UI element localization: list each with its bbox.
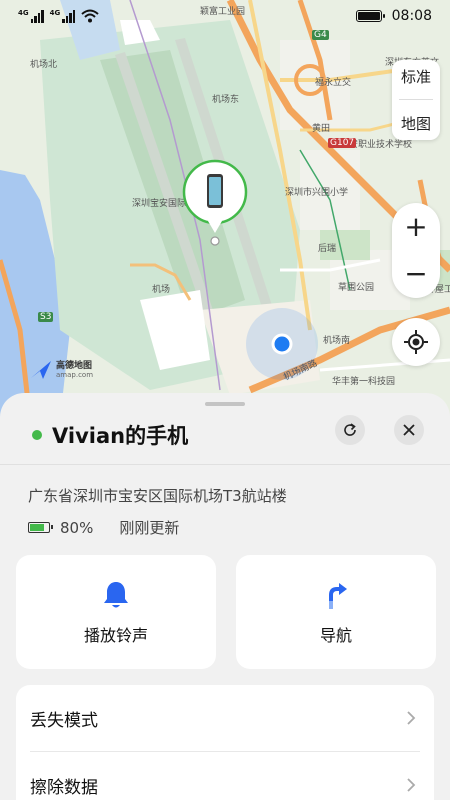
device-name: Vivian的手机: [52, 424, 189, 448]
bell-icon: [101, 578, 131, 612]
update-status: 刚刚更新: [119, 519, 180, 537]
device-battery-fill: [30, 524, 45, 531]
amap-url: amap.com: [56, 371, 94, 379]
device-bottom-sheet: Vivian的手机 广东省深圳市宝安区国际机场T3航站楼 80% 刚刚更新 播放…: [0, 393, 450, 800]
user-location-icon: [246, 308, 318, 380]
lost-mode-label: 丢失模式: [30, 710, 98, 731]
online-status-dot: [32, 430, 42, 440]
navigate-label: 导航: [319, 626, 352, 645]
amap-arrow-icon: [31, 361, 51, 379]
map-label: 深圳市兴围小学: [285, 188, 349, 198]
play-sound-label: 播放铃声: [83, 626, 148, 645]
header-divider: [0, 464, 450, 465]
map-label: 华丰第一科技园: [332, 377, 396, 387]
battery-row: 80% 刚刚更新: [28, 517, 179, 538]
map-label: 黄田: [312, 124, 331, 134]
signal-group-2: 4G: [49, 8, 76, 23]
map-label: 机场北: [30, 60, 58, 70]
map-label: 机场: [152, 285, 171, 295]
zoom-out-button[interactable]: −: [404, 260, 427, 288]
refresh-button[interactable]: [335, 415, 365, 445]
map-type-map[interactable]: 地图: [401, 113, 431, 134]
amap-name: 高德地图: [56, 361, 93, 371]
navigation-arrow-icon: [321, 578, 351, 612]
network-type-label: 4G: [18, 8, 29, 17]
options-list: 丢失模式 擦除数据: [16, 685, 434, 800]
map-label: 福永立交: [315, 78, 352, 88]
map-type-standard[interactable]: 标准: [401, 66, 431, 87]
status-right: 08:08: [355, 8, 432, 24]
signal-icon: [62, 9, 76, 23]
zoom-in-button[interactable]: +: [404, 212, 427, 241]
map-view[interactable]: 机场北 颖富工业园 机场东 福永立交 黄田 宝安职业技术学校 深圳宝安国际机场 …: [0, 0, 450, 420]
battery-percent: 80%: [60, 518, 94, 537]
map-label: 机场南: [323, 336, 351, 346]
erase-data-item[interactable]: 擦除数据: [16, 752, 434, 800]
close-button[interactable]: [394, 415, 424, 445]
device-battery-icon: [28, 522, 53, 533]
map-label: 草围公园: [338, 283, 375, 293]
map-label: 机场东: [212, 95, 240, 105]
locate-button[interactable]: [392, 318, 440, 366]
network-type-label: 4G: [49, 8, 61, 17]
amap-logo: 高德地图 amap.com: [30, 360, 93, 380]
crosshair-icon: [404, 330, 428, 354]
device-address: 广东省深圳市宝安区国际机场T3航站楼: [28, 487, 287, 505]
battery-fill: [357, 12, 380, 20]
refresh-icon: [344, 423, 356, 436]
play-sound-button[interactable]: 播放铃声: [16, 555, 216, 669]
zoom-panel: + −: [392, 203, 440, 298]
erase-data-label: 擦除数据: [30, 777, 98, 798]
close-icon: [403, 424, 415, 436]
chevron-right-icon: [407, 711, 416, 725]
map-label: S3: [38, 312, 54, 322]
map-type-panel[interactable]: 标准 地图: [392, 60, 440, 140]
wifi-icon: [81, 9, 99, 23]
map-type-divider: [399, 99, 433, 101]
signal-icon: [30, 9, 44, 23]
status-bar: 4G 4G 08:08: [0, 0, 450, 32]
lost-mode-item[interactable]: 丢失模式: [16, 685, 434, 751]
navigate-button[interactable]: 导航: [236, 555, 436, 669]
status-left: 4G 4G: [18, 9, 99, 23]
map-label: 后瑞: [318, 244, 337, 254]
battery-icon: [355, 10, 385, 22]
chevron-right-icon: [407, 778, 416, 792]
device-pin-icon[interactable]: [180, 158, 250, 248]
clock: 08:08: [391, 8, 432, 24]
drag-handle[interactable]: [205, 402, 245, 406]
device-header: Vivian的手机: [32, 420, 188, 450]
signal-group-1: 4G: [18, 8, 44, 23]
map-label: G107: [328, 138, 357, 148]
